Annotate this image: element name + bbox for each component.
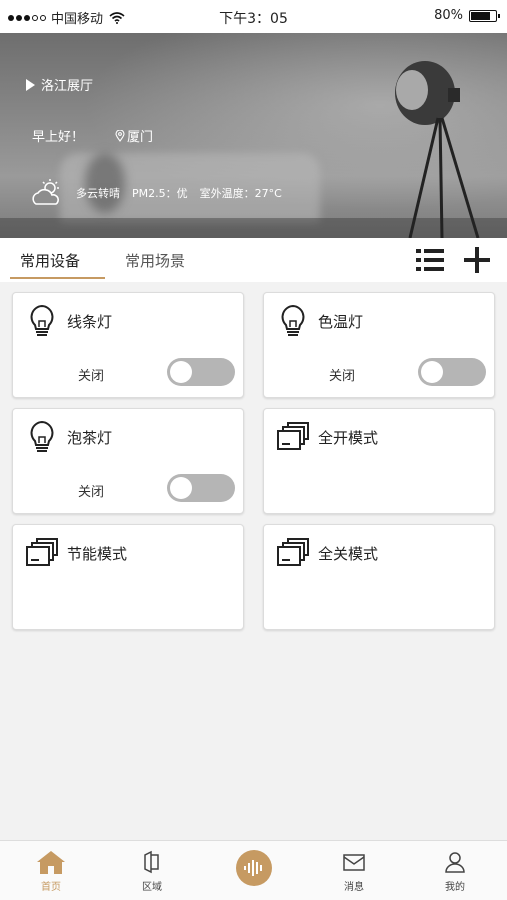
nav-label: 首页 [41,882,61,893]
scene-card-all-on[interactable]: 全开模式 [263,408,495,514]
scene-stack-icon [277,422,309,450]
device-state: 关闭 [78,485,105,500]
map-pin-icon [115,129,125,142]
scene-card-all-off[interactable]: 全关模式 [263,524,495,630]
location-selector[interactable]: 洛江展厅 [26,75,93,94]
device-state: 关闭 [78,369,105,384]
device-card-line-light[interactable]: 线条灯 关闭 [12,292,244,398]
list-view-icon[interactable] [414,246,446,274]
scene-name: 全开模式 [318,429,379,447]
scene-card-energy-saving[interactable]: 节能模式 [12,524,244,630]
scene-stack-icon [26,538,58,566]
home-icon [37,851,65,874]
device-card-color-temp-light[interactable]: 色温灯 关闭 [263,292,495,398]
battery-icon [469,9,500,22]
pm25-text: PM2.5：优 [132,187,188,200]
device-name: 色温灯 [318,313,364,331]
active-tab-indicator [10,277,105,279]
hero-banner: 洛江展厅 早上好！ 厦门 多云转晴 PM2.5：优 室外温度：27°C [0,33,507,238]
power-toggle[interactable] [167,358,235,386]
status-time: 下午3：05 [219,11,288,27]
device-name: 泡茶灯 [67,429,113,447]
tab-bar: 常用设备 常用场景 [0,238,507,282]
device-card-tea-light[interactable]: 泡茶灯 关闭 [12,408,244,514]
light-bulb-icon [30,420,54,452]
power-toggle[interactable] [167,474,235,502]
nav-area[interactable]: 区域 [122,849,182,893]
nav-label: 消息 [344,882,364,893]
city-name: 厦门 [127,130,154,145]
status-right: 80% [434,8,500,23]
weather-info: 多云转晴 PM2.5：优 室外温度：27°C [30,178,294,208]
nav-home[interactable]: 首页 [21,849,81,893]
light-bulb-icon [281,304,305,336]
user-icon [445,852,465,873]
floor-lamp-image [395,61,480,238]
scene-stack-icon [277,538,309,566]
battery-percent: 80% [434,8,463,23]
add-icon[interactable] [461,246,493,274]
device-state: 关闭 [329,369,356,384]
tab-common-scenes[interactable]: 常用场景 [125,250,185,271]
door-icon [144,850,159,874]
device-name: 线条灯 [67,313,113,331]
tab-common-devices[interactable]: 常用设备 [20,250,80,271]
outdoor-temp-text: 室外温度：27°C [199,187,282,200]
scene-name: 节能模式 [67,545,128,563]
scene-name: 全关模式 [318,545,379,563]
cloudy-sun-icon [32,179,59,205]
nav-label: 我的 [445,882,465,893]
power-toggle[interactable] [418,358,486,386]
status-bar: 中国移动 下午3：05 80% [0,0,507,33]
light-bulb-icon [30,304,54,336]
location-name: 洛江展厅 [41,79,94,94]
play-triangle-icon [26,78,35,91]
city-location: 厦门 [115,126,153,145]
voice-assistant-button[interactable] [236,850,272,886]
nav-label: 区域 [142,882,162,893]
sound-wave-icon [244,860,262,876]
envelope-icon [343,854,365,871]
greeting-text: 早上好！ [32,130,85,145]
weather-text: 多云转晴 [76,187,120,200]
nav-messages[interactable]: 消息 [324,849,384,893]
nav-profile[interactable]: 我的 [425,849,485,893]
